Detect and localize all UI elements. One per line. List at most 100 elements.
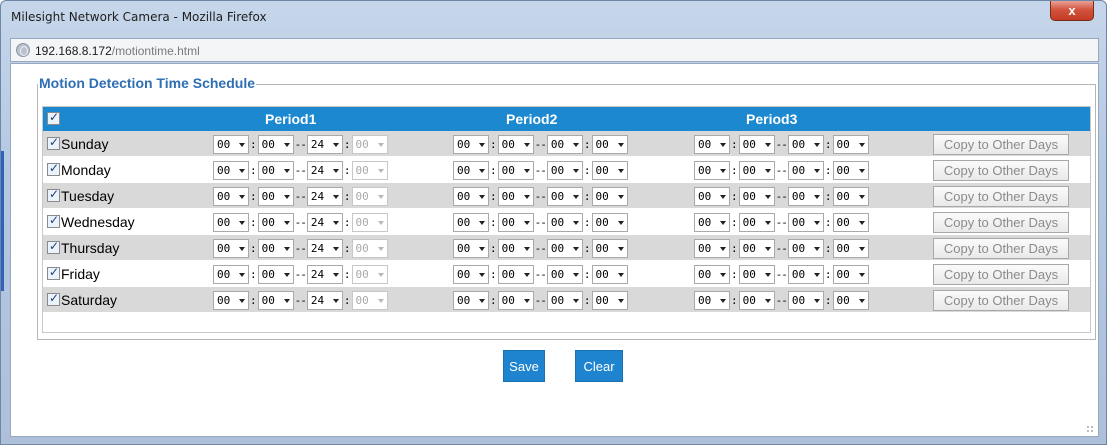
copy-to-other-days-button[interactable]: Copy to Other Days	[933, 212, 1069, 233]
start-hour-select[interactable]: 00	[213, 160, 249, 180]
start-hour-select[interactable]: 00	[453, 160, 489, 180]
end-hour-select[interactable]: 24	[306, 212, 343, 232]
select-value: 00	[791, 293, 806, 307]
start-hour-select[interactable]: 00	[453, 238, 489, 258]
start-minute-select[interactable]: 00	[738, 290, 775, 310]
start-minute-select[interactable]: 00	[257, 212, 294, 232]
day-checkbox-sunday[interactable]	[47, 135, 60, 150]
start-hour-select[interactable]: 00	[694, 264, 730, 284]
end-hour-select[interactable]: 24	[306, 186, 343, 206]
start-hour-select[interactable]: 00	[213, 186, 249, 206]
end-hour-select[interactable]: 24	[306, 238, 343, 258]
end-hour-select[interactable]: 00	[787, 212, 824, 232]
start-minute-select[interactable]: 00	[497, 238, 534, 258]
day-checkbox-monday[interactable]	[47, 161, 60, 176]
start-minute-select[interactable]: 00	[497, 134, 534, 154]
start-hour-select[interactable]: 00	[213, 212, 249, 232]
day-checkbox-friday[interactable]	[47, 265, 60, 280]
end-hour-select[interactable]: 00	[546, 134, 583, 154]
start-minute-select[interactable]: 00	[257, 238, 294, 258]
start-hour-select[interactable]: 00	[453, 264, 489, 284]
end-hour-select[interactable]: 00	[546, 290, 583, 310]
start-hour-select[interactable]: 00	[694, 212, 730, 232]
close-button[interactable]: x	[1050, 1, 1094, 21]
start-minute-select[interactable]: 00	[738, 134, 775, 154]
end-minute-select[interactable]: 00	[591, 212, 628, 232]
end-hour-select[interactable]: 00	[546, 160, 583, 180]
start-minute-select[interactable]: 00	[497, 160, 534, 180]
select-value: 24	[310, 241, 325, 255]
start-minute-select[interactable]: 00	[738, 238, 775, 258]
select-value: 00	[550, 293, 565, 307]
copy-to-other-days-button[interactable]: Copy to Other Days	[933, 238, 1069, 259]
copy-to-other-days-button[interactable]: Copy to Other Days	[933, 186, 1069, 207]
start-minute-select[interactable]: 00	[497, 264, 534, 284]
start-minute-select[interactable]: 00	[257, 160, 294, 180]
end-minute-select[interactable]: 00	[832, 264, 869, 284]
start-minute-select[interactable]: 00	[738, 264, 775, 284]
select-all-checkbox[interactable]	[47, 110, 60, 125]
end-minute-select[interactable]: 00	[591, 160, 628, 180]
start-minute-select[interactable]: 00	[257, 186, 294, 206]
day-checkbox-thursday[interactable]	[47, 239, 60, 254]
start-minute-select[interactable]: 00	[738, 160, 775, 180]
end-hour-select[interactable]: 00	[787, 238, 824, 258]
copy-to-other-days-button[interactable]: Copy to Other Days	[933, 160, 1069, 181]
start-hour-select[interactable]: 00	[453, 212, 489, 232]
start-hour-select[interactable]: 00	[213, 264, 249, 284]
end-hour-select[interactable]: 24	[306, 290, 343, 310]
clear-button[interactable]: Clear	[575, 350, 623, 382]
start-minute-select[interactable]: 00	[257, 134, 294, 154]
start-hour-select[interactable]: 00	[453, 290, 489, 310]
save-button[interactable]: Save	[503, 350, 545, 382]
start-hour-select[interactable]: 00	[453, 186, 489, 206]
end-hour-select[interactable]: 24	[306, 134, 343, 154]
start-hour-select[interactable]: 00	[694, 290, 730, 310]
start-minute-select[interactable]: 00	[257, 290, 294, 310]
start-hour-select[interactable]: 00	[213, 290, 249, 310]
end-minute-select[interactable]: 00	[832, 212, 869, 232]
copy-to-other-days-button[interactable]: Copy to Other Days	[933, 264, 1069, 285]
end-minute-select[interactable]: 00	[832, 134, 869, 154]
end-minute-select[interactable]: 00	[832, 160, 869, 180]
end-hour-select[interactable]: 24	[306, 160, 343, 180]
end-hour-select[interactable]: 00	[546, 186, 583, 206]
start-hour-select[interactable]: 00	[694, 160, 730, 180]
start-minute-select[interactable]: 00	[497, 212, 534, 232]
start-hour-select[interactable]: 00	[213, 134, 249, 154]
start-minute-select[interactable]: 00	[738, 186, 775, 206]
end-hour-select[interactable]: 24	[306, 264, 343, 284]
start-hour-select[interactable]: 00	[694, 238, 730, 258]
end-hour-select[interactable]: 00	[787, 264, 824, 284]
end-hour-select[interactable]: 00	[546, 264, 583, 284]
start-minute-select[interactable]: 00	[497, 186, 534, 206]
end-minute-select[interactable]: 00	[591, 186, 628, 206]
copy-to-other-days-button[interactable]: Copy to Other Days	[933, 290, 1069, 311]
start-hour-select[interactable]: 00	[694, 186, 730, 206]
end-minute-select[interactable]: 00	[832, 238, 869, 258]
resize-grip-icon[interactable]	[1086, 425, 1094, 433]
end-minute-select[interactable]: 00	[591, 264, 628, 284]
day-checkbox-tuesday[interactable]	[47, 187, 60, 202]
end-hour-select[interactable]: 00	[546, 238, 583, 258]
copy-to-other-days-button[interactable]: Copy to Other Days	[933, 134, 1069, 155]
start-minute-select[interactable]: 00	[257, 264, 294, 284]
end-minute-select[interactable]: 00	[832, 186, 869, 206]
end-hour-select[interactable]: 00	[787, 160, 824, 180]
end-minute-select[interactable]: 00	[591, 238, 628, 258]
address-bar[interactable]: 192.168.8.172/motiontime.html	[10, 38, 1099, 62]
end-minute-select[interactable]: 00	[832, 290, 869, 310]
end-hour-select[interactable]: 00	[787, 134, 824, 154]
end-hour-select[interactable]: 00	[787, 186, 824, 206]
end-hour-select[interactable]: 00	[787, 290, 824, 310]
end-hour-select[interactable]: 00	[546, 212, 583, 232]
start-minute-select[interactable]: 00	[738, 212, 775, 232]
start-hour-select[interactable]: 00	[694, 134, 730, 154]
start-hour-select[interactable]: 00	[213, 238, 249, 258]
start-hour-select[interactable]: 00	[453, 134, 489, 154]
day-checkbox-saturday[interactable]	[47, 291, 60, 306]
day-checkbox-wednesday[interactable]	[47, 213, 60, 228]
start-minute-select[interactable]: 00	[497, 290, 534, 310]
end-minute-select[interactable]: 00	[591, 290, 628, 310]
end-minute-select[interactable]: 00	[591, 134, 628, 154]
